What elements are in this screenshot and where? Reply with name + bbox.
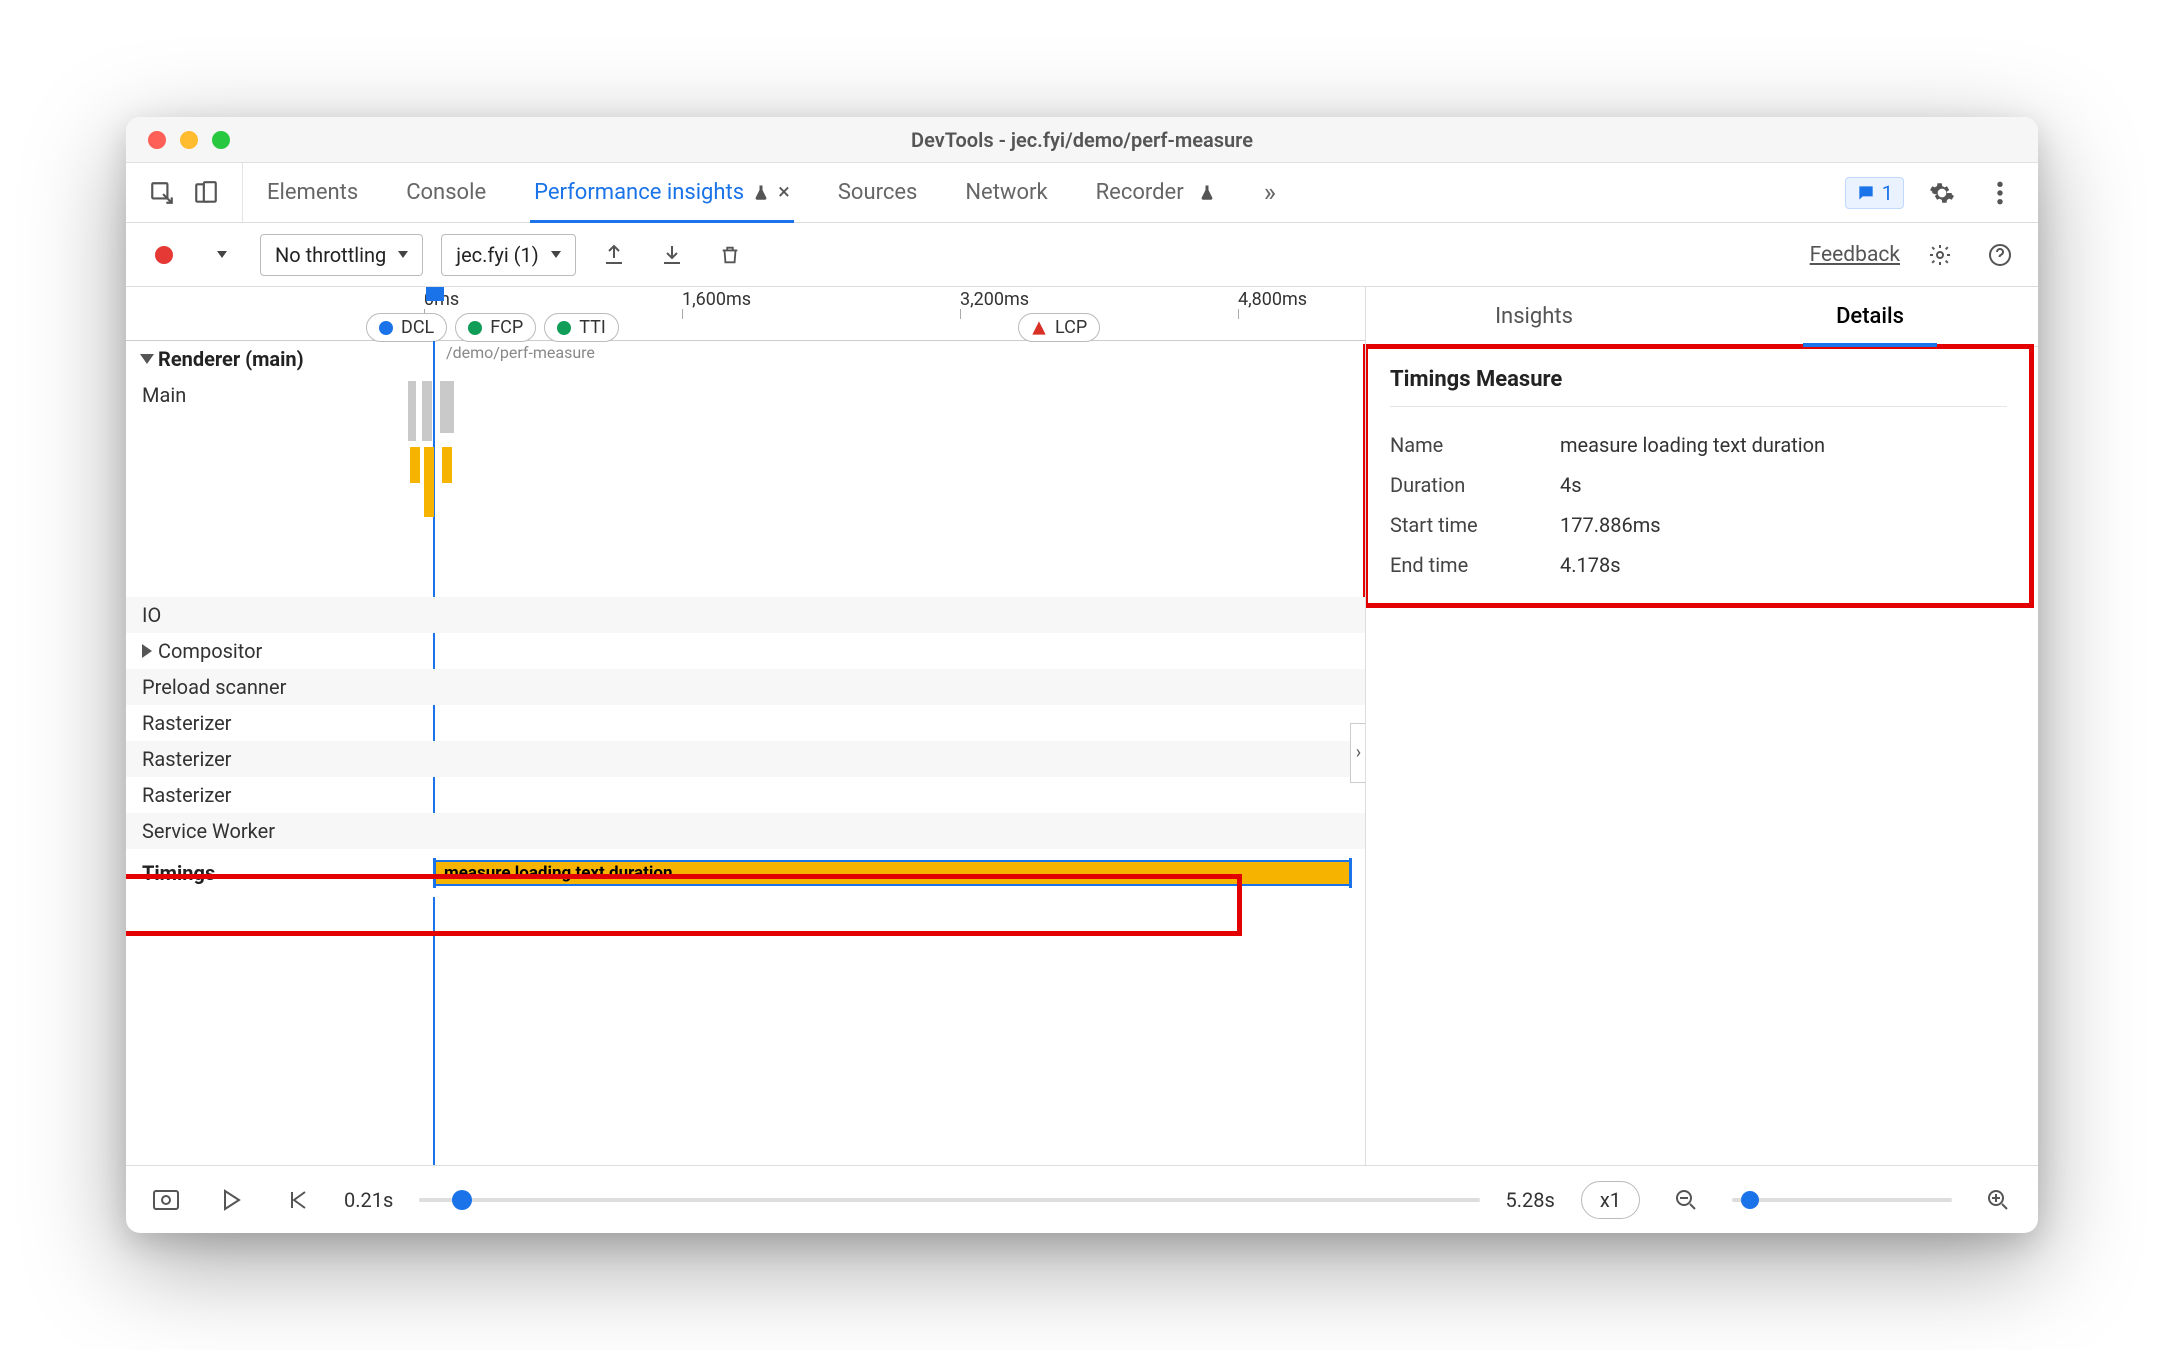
flask-icon [1198, 184, 1216, 202]
tab-sources[interactable]: Sources [814, 163, 942, 222]
time-slider[interactable] [419, 1198, 1479, 1202]
track-rasterizer-2[interactable]: Rasterizer [126, 741, 1365, 777]
details-title: Timings Measure [1390, 367, 2007, 407]
panel-settings-icon[interactable] [1920, 235, 1960, 275]
marker-label: FCP [490, 317, 523, 338]
delete-icon[interactable] [710, 235, 750, 275]
issues-badge[interactable]: 1 [1845, 177, 1904, 209]
close-tab-icon[interactable]: × [778, 180, 790, 205]
tab-console[interactable]: Console [382, 163, 510, 222]
time-slider-thumb[interactable] [452, 1190, 472, 1210]
zoom-out-icon[interactable] [1666, 1180, 1706, 1220]
timeline-rows: /demo/perf-measure Renderer (main) Main … [126, 341, 1365, 1165]
transport-start-time: 0.21s [344, 1188, 393, 1212]
marker-lcp[interactable]: LCP [1018, 313, 1100, 342]
transport-end-time: 5.28s [1506, 1188, 1555, 1212]
detail-end-time: End time4.178s [1390, 545, 2007, 585]
marker-label: DCL [401, 317, 434, 338]
tab-recorder[interactable]: Recorder [1072, 163, 1240, 222]
panel-tabbar: Elements Console Performance insights × … [126, 163, 2038, 223]
track-main[interactable]: Main [126, 377, 1365, 597]
marker-fcp[interactable]: FCP [455, 313, 536, 342]
minimize-window-button[interactable] [180, 131, 198, 149]
perf-insights-toolbar: No throttling jec.fyi (1) Feedback [126, 223, 2038, 287]
track-rasterizer-3[interactable]: Rasterizer [126, 777, 1365, 813]
timings-measure-bar[interactable]: measure loading text duration [434, 860, 1351, 886]
track-io[interactable]: IO [126, 597, 1365, 633]
zoom-slider[interactable] [1732, 1198, 1952, 1202]
devtools-window: DevTools - jec.fyi/demo/perf-measure Ele… [126, 117, 2038, 1233]
details-highlight: Timings Measure Namemeasure loading text… [1363, 344, 2034, 608]
playhead-handle[interactable] [426, 287, 444, 301]
skip-to-start-button[interactable] [278, 1180, 318, 1220]
window-title: DevTools - jec.fyi/demo/perf-measure [911, 128, 1253, 152]
detail-name: Namemeasure loading text duration [1390, 425, 2007, 465]
ruler-tick: 3,200ms [960, 289, 1029, 310]
timings-measure-bar-label: measure loading text duration [444, 863, 673, 883]
throttling-select[interactable]: No throttling [260, 234, 423, 276]
record-menu-button[interactable] [202, 235, 242, 275]
play-button[interactable] [212, 1180, 252, 1220]
feedback-link[interactable]: Feedback [1810, 243, 1900, 267]
tab-recorder-label: Recorder [1096, 180, 1184, 205]
zoom-in-icon[interactable] [1978, 1180, 2018, 1220]
marker-tti[interactable]: TTI [544, 313, 619, 342]
titlebar: DevTools - jec.fyi/demo/perf-measure [126, 117, 2038, 163]
detail-duration: Duration4s [1390, 465, 2007, 505]
ruler-tick: 1,600ms [682, 289, 751, 310]
detail-start-time: Start time177.886ms [1390, 505, 2007, 545]
flask-icon [752, 184, 770, 202]
playback-speed-chip[interactable]: x1 [1581, 1181, 1640, 1219]
tab-insights[interactable]: Insights [1366, 287, 1702, 346]
export-icon[interactable] [594, 235, 634, 275]
recording-label: jec.fyi (1) [456, 243, 538, 267]
main-content: 0ms 1,600ms 3,200ms 4,800ms DCL FCP TTI … [126, 287, 2038, 1165]
track-label: Timings [142, 861, 422, 885]
tab-elements[interactable]: Elements [243, 163, 382, 222]
recording-select[interactable]: jec.fyi (1) [441, 234, 575, 276]
tab-performance-insights-label: Performance insights [534, 180, 744, 205]
track-renderer-header[interactable]: Renderer (main) [126, 341, 1365, 377]
issue-count: 1 [1882, 181, 1893, 205]
screenshot-toggle-icon[interactable] [146, 1180, 186, 1220]
record-button[interactable] [144, 235, 184, 275]
track-timings[interactable]: Timings measure loading text duration [126, 849, 1365, 897]
inspect-element-icon[interactable] [142, 173, 182, 213]
marker-label: LCP [1055, 317, 1087, 338]
details-tabs: Insights Details [1366, 287, 2038, 347]
zoom-slider-thumb[interactable] [1741, 1191, 1759, 1209]
zoom-window-button[interactable] [212, 131, 230, 149]
track-label: Main [142, 383, 422, 407]
tab-network[interactable]: Network [941, 163, 1071, 222]
marker-dcl[interactable]: DCL [366, 313, 447, 342]
close-window-button[interactable] [148, 131, 166, 149]
track-compositor[interactable]: Compositor [126, 633, 1365, 669]
kebab-menu-icon[interactable] [1980, 173, 2020, 213]
more-tabs-button[interactable]: » [1240, 163, 1300, 222]
transport-bar: 0.21s 5.28s x1 [126, 1165, 2038, 1233]
ruler-tick: 4,800ms [1238, 289, 1307, 310]
sidebar-collapse-handle[interactable] [1350, 723, 1366, 783]
chat-icon [1856, 183, 1876, 203]
marker-pill-group: DCL FCP TTI [366, 313, 619, 342]
track-rasterizer-1[interactable]: Rasterizer [126, 705, 1365, 741]
throttling-label: No throttling [275, 243, 386, 267]
timeline-pane[interactable]: 0ms 1,600ms 3,200ms 4,800ms DCL FCP TTI … [126, 287, 1366, 1165]
settings-icon[interactable] [1922, 173, 1962, 213]
time-ruler[interactable]: 0ms 1,600ms 3,200ms 4,800ms DCL FCP TTI … [126, 287, 1365, 341]
marker-label: TTI [579, 317, 606, 338]
import-icon[interactable] [652, 235, 692, 275]
help-icon[interactable] [1980, 235, 2020, 275]
warning-icon [1031, 320, 1047, 336]
device-toolbar-icon[interactable] [186, 173, 226, 213]
track-preload-scanner[interactable]: Preload scanner [126, 669, 1365, 705]
details-pane: Insights Details Timings Measure Namemea… [1366, 287, 2038, 1165]
traffic-lights [148, 131, 230, 149]
tab-details[interactable]: Details [1702, 287, 2038, 346]
track-service-worker[interactable]: Service Worker [126, 813, 1365, 849]
tab-performance-insights[interactable]: Performance insights × [510, 163, 814, 222]
